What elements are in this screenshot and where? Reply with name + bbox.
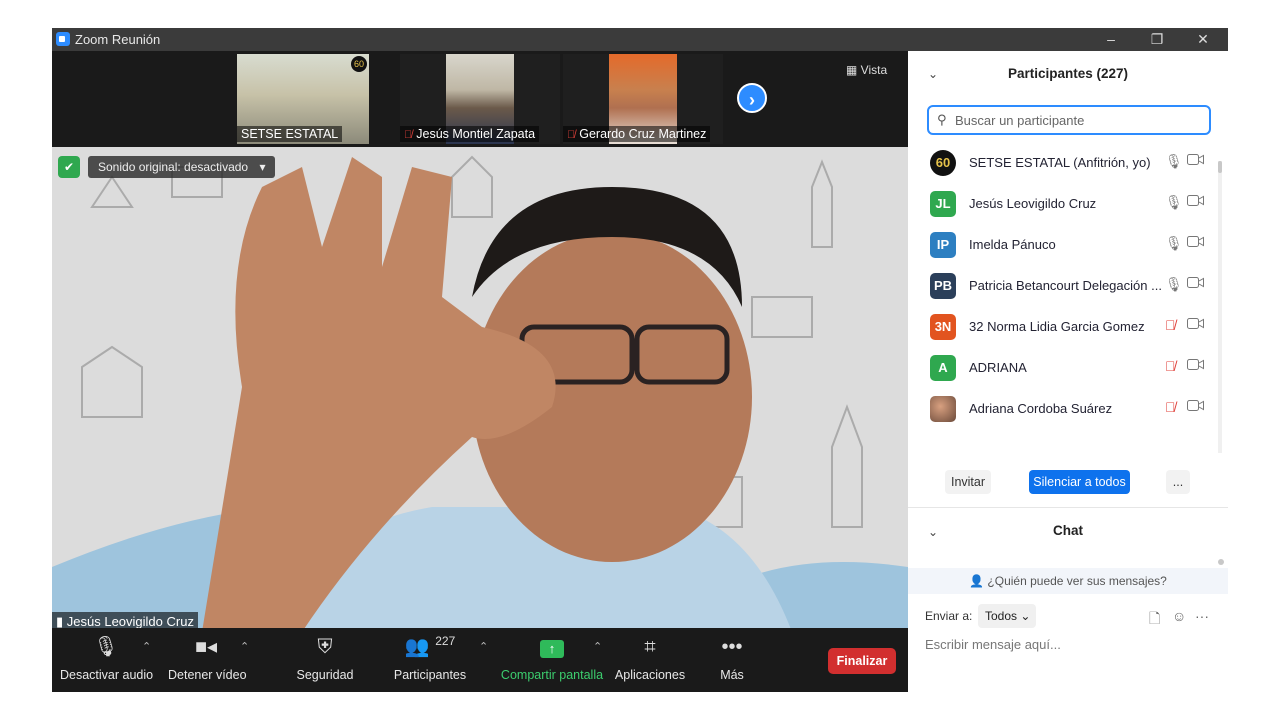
end-meeting-button[interactable]: Finalizar — [828, 648, 896, 674]
encryption-shield-icon: ✔ — [58, 156, 80, 178]
participant-row[interactable]: A ADRIANA 🎙̸ — [908, 348, 1228, 389]
muted-mic-icon: 🎙̸ — [404, 129, 413, 141]
participant-row[interactable]: JL Jesús Leovigildo Cruz 🎙 — [908, 184, 1228, 225]
title-bar: Zoom Reunión – ❐ ✕ — [52, 28, 1228, 51]
microphone-icon[interactable]: 🎙 — [1165, 194, 1183, 211]
muted-mic-icon: 🎙̸ — [567, 129, 576, 141]
muted-microphone-icon[interactable]: 🎙̸ — [1165, 399, 1176, 415]
zoom-window: Zoom Reunión – ❐ ✕ 60 SETSE ESTATAL 🎙̸ Je… — [52, 28, 1228, 692]
avatar: JL — [930, 191, 956, 217]
avatar-photo — [930, 396, 956, 422]
microphone-icon[interactable]: 🎙 — [1165, 276, 1183, 293]
thumbnail-name: 🎙̸ Gerardo Cruz Martinez — [563, 126, 711, 142]
video-camera-icon[interactable] — [1187, 195, 1204, 206]
thumbnail-name: SETSE ESTATAL — [237, 126, 343, 142]
thumbnail-name: 🎙̸ Jesús Montiel Zapata — [400, 126, 540, 142]
muted-microphone-icon[interactable]: 🎙̸ — [1165, 358, 1176, 374]
video-area: 60 SETSE ESTATAL 🎙̸ Jesús Montiel Zapata … — [52, 51, 908, 692]
mute-all-button[interactable]: Silenciar a todos — [1029, 470, 1130, 494]
active-speaker-video: ✔ Sonido original: desactivado ▾ ▮ Jesús… — [52, 147, 908, 632]
minimize-icon[interactable]: – — [1088, 28, 1134, 51]
video-camera-icon: ■◂ — [194, 636, 218, 658]
more-dots-icon: ••• — [721, 636, 743, 658]
video-camera-icon[interactable] — [1187, 359, 1204, 370]
microphone-icon: 🎙 — [93, 636, 119, 658]
next-page-button[interactable]: › — [737, 83, 767, 113]
chat-more-icon[interactable]: ··· — [1195, 608, 1209, 624]
dropdown-arrow-icon: ▾ — [259, 160, 266, 174]
stop-video-button[interactable]: ■◂ Detener vídeo — [168, 628, 247, 692]
video-camera-icon[interactable] — [1187, 154, 1204, 165]
participants-button[interactable]: 👥 227 Participantes — [392, 628, 468, 692]
video-camera-icon[interactable] — [1187, 318, 1204, 329]
avatar: 60 — [930, 150, 956, 176]
participant-row[interactable]: 60 SETSE ESTATAL (Anfitrión, yo) 🎙 — [908, 143, 1228, 184]
chat-title: Chat — [1053, 523, 1083, 538]
avatar: IP — [930, 232, 956, 258]
shield-icon: ⛨ — [317, 636, 333, 658]
mute-audio-button[interactable]: 🎙 Desactivar audio — [60, 628, 153, 692]
video-camera-icon[interactable] — [1187, 277, 1204, 288]
share-screen-button[interactable]: ↑ Compartir pantalla — [500, 628, 604, 692]
participant-row[interactable]: 3N 32 Norma Lidia Garcia Gomez 🎙̸ — [908, 307, 1228, 348]
muted-microphone-icon[interactable]: 🎙̸ — [1165, 317, 1176, 333]
microphone-icon[interactable]: 🎙 — [1165, 235, 1183, 252]
video-camera-icon[interactable] — [1187, 400, 1204, 411]
avatar: A — [930, 355, 956, 381]
meeting-toolbar: 🎙 Desactivar audio ⌃ ■◂ Detener vídeo ⌃ … — [52, 628, 908, 692]
participant-row[interactable]: PB Patricia Betancourt Delegación ... 🎙 — [908, 266, 1228, 307]
video-camera-icon[interactable] — [1187, 236, 1204, 247]
participants-more-button[interactable]: ... — [1166, 470, 1190, 494]
audio-options-chevron-icon[interactable]: ⌃ — [142, 640, 151, 653]
chevron-down-icon: ⌄ — [1020, 609, 1031, 623]
emoji-icon[interactable]: ☺ — [1172, 608, 1186, 624]
apps-icon: ⌗ — [644, 636, 656, 658]
thumbnail-setse[interactable]: 60 SETSE ESTATAL — [237, 54, 369, 144]
send-to-label: Enviar a: — [925, 609, 973, 623]
chat-scrollbar-thumb[interactable] — [1218, 559, 1224, 565]
invite-button[interactable]: Invitar — [945, 470, 991, 494]
thumbnail-montiel[interactable]: 🎙̸ Jesús Montiel Zapata — [400, 54, 560, 144]
person-info-icon: 👤 — [969, 574, 985, 588]
file-icon[interactable]: 🗋 — [1149, 608, 1160, 632]
share-options-chevron-icon[interactable]: ⌃ — [593, 640, 602, 653]
security-button[interactable]: ⛨ Seguridad — [292, 628, 358, 692]
sound-original-toggle[interactable]: Sonido original: desactivado ▾ — [88, 156, 276, 178]
signal-bars-icon: ▮ — [56, 614, 67, 629]
more-button[interactable]: ••• Más — [708, 628, 756, 692]
participants-options-chevron-icon[interactable]: ⌃ — [479, 640, 488, 653]
participant-row[interactable]: Adriana Cordoba Suárez 🎙̸ — [908, 389, 1228, 430]
view-button[interactable]: ▦ Vista — [846, 63, 887, 77]
participant-list: 60 SETSE ESTATAL (Anfitrión, yo) 🎙 JL Je… — [908, 143, 1228, 430]
participants-title: Participantes (227) — [1007, 66, 1129, 81]
participant-scrollbar[interactable] — [1218, 161, 1222, 453]
send-to-dropdown[interactable]: Todos ⌄ — [978, 604, 1036, 628]
zoom-app-icon — [56, 32, 70, 46]
logo-60-icon: 60 — [351, 56, 367, 72]
video-options-chevron-icon[interactable]: ⌃ — [240, 640, 249, 653]
thumbnail-strip: 60 SETSE ESTATAL 🎙̸ Jesús Montiel Zapata … — [52, 51, 908, 147]
sound-original-bar: ✔ Sonido original: desactivado ▾ — [58, 153, 276, 181]
apps-button[interactable]: ⌗ Aplicaciones — [614, 628, 686, 692]
restore-icon[interactable]: ❐ — [1134, 28, 1180, 51]
avatar: PB — [930, 273, 956, 299]
grid-icon: ▦ — [846, 63, 861, 77]
participants-icon: 👥 — [404, 636, 430, 658]
speaker-video-frame — [52, 147, 908, 632]
microphone-icon[interactable]: 🎙 — [1165, 153, 1183, 170]
participant-scrollbar-thumb[interactable] — [1218, 161, 1222, 173]
right-sidebar: ⌄ Participantes (227) ⚲ Buscar un partic… — [908, 51, 1228, 692]
close-icon[interactable]: ✕ — [1180, 28, 1226, 51]
participants-count: 227 — [435, 634, 456, 648]
divider — [908, 507, 1228, 508]
participant-search-input[interactable]: ⚲ Buscar un participante — [927, 105, 1211, 135]
thumbnail-gerardo[interactable]: 🎙̸ Gerardo Cruz Martinez — [563, 54, 723, 144]
avatar: 3N — [930, 314, 956, 340]
share-arrow-icon: ↑ — [540, 640, 564, 658]
who-can-see-link[interactable]: 👤 ¿Quién puede ver sus mensajes? — [908, 568, 1228, 594]
search-icon: ⚲ — [937, 112, 947, 127]
participant-row[interactable]: IP Imelda Pánuco 🎙 — [908, 225, 1228, 266]
chat-message-input[interactable]: Escribir mensaje aquí... — [925, 637, 1061, 652]
window-title: Zoom Reunión — [75, 32, 161, 47]
